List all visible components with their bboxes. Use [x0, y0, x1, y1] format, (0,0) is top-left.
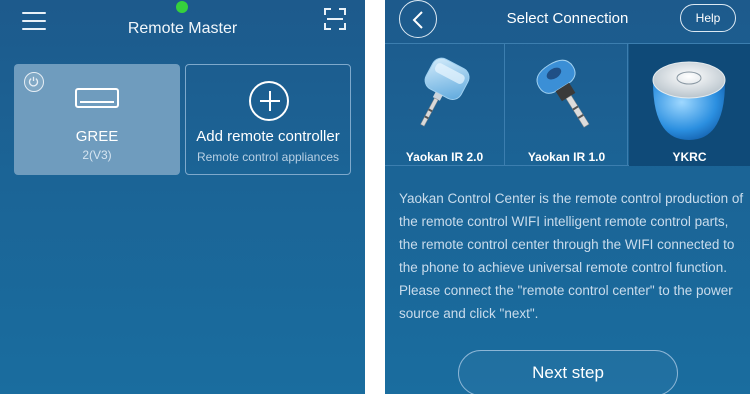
ykrc-hub-icon: [652, 61, 726, 140]
add-remote-label: Add remote controller: [196, 128, 340, 145]
ir-blaster-v2-icon: [420, 57, 470, 127]
option-yaokan-ir-2[interactable]: Yaokan IR 2.0: [385, 44, 505, 166]
help-button[interactable]: Help: [680, 4, 736, 32]
air-conditioner-icon: [75, 88, 119, 108]
device-name: GREE: [75, 128, 119, 145]
power-icon[interactable]: [24, 72, 44, 92]
add-remote-subtitle: Remote control appliances: [196, 150, 340, 164]
app-title: Remote Master: [127, 20, 238, 37]
select-connection-screen: Select Connection Help Yaokan IR 2.0 Yao…: [385, 0, 750, 394]
add-icon: [249, 81, 289, 121]
connection-description: Yaokan Control Center is the remote cont…: [399, 191, 744, 321]
add-remote-controller-card[interactable]: Add remote controller Remote control app…: [185, 64, 351, 175]
scan-icon[interactable]: [324, 8, 346, 30]
connection-options: Yaokan IR 2.0 Yaokan IR 1.0 YKRC: [385, 43, 750, 166]
option-label: Yaokan IR 1.0: [527, 150, 606, 164]
remote-master-screen: Remote Master GREE 2(V3) Add remote cont…: [0, 0, 365, 394]
next-step-button[interactable]: Next step: [458, 350, 678, 394]
option-yaokan-ir-1[interactable]: Yaokan IR 1.0: [506, 44, 628, 166]
device-card-gree[interactable]: GREE 2(V3): [14, 64, 180, 175]
option-label: YKRC: [672, 150, 707, 164]
option-label: Yaokan IR 2.0: [405, 150, 484, 164]
status-indicator-dot: [176, 1, 188, 13]
device-model: 2(V3): [82, 148, 112, 162]
ir-blaster-v1-icon: [536, 59, 590, 128]
option-ykrc[interactable]: YKRC: [629, 44, 750, 166]
